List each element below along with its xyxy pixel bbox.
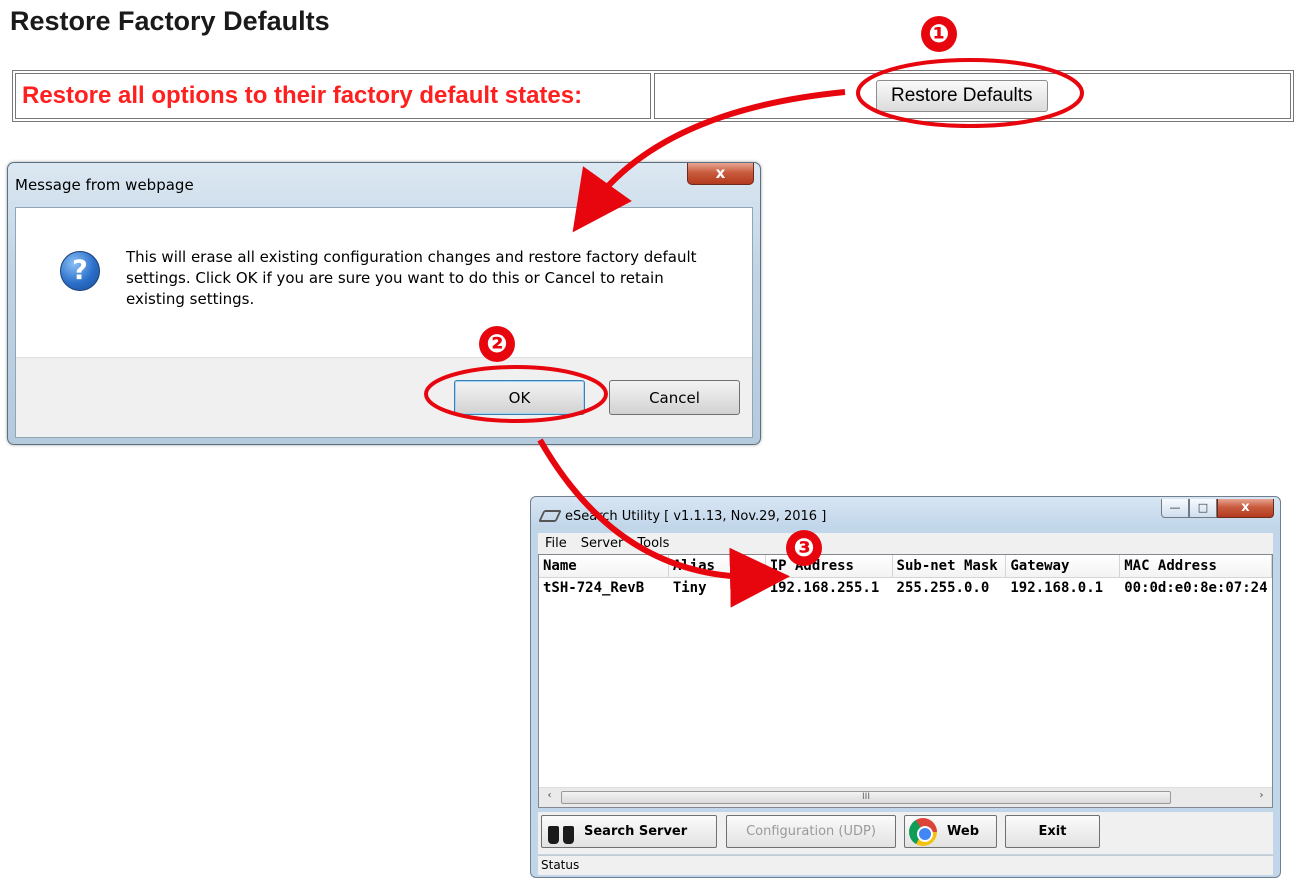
cell-mac-address: 00:0d:e0:8e:07:24 [1124,579,1268,596]
cell-name: tSH-724_RevB [543,579,645,596]
horizontal-scrollbar[interactable]: ‹ III › [539,787,1272,807]
web-label: Web [947,824,979,839]
search-server-label: Search Server [584,824,688,839]
page-title: Restore Factory Defaults [10,6,330,36]
dialog-title: Message from webpage [15,176,194,194]
server-list[interactable]: Name Alias IP Address Sub-net Mask Gatew… [538,554,1273,808]
menu-bar: File Server Tools [538,533,1273,554]
callout-2: ❷ [479,326,515,362]
restore-label: Restore all options to their factory def… [22,82,583,109]
restore-table: Restore all options to their factory def… [12,70,1294,122]
toolbar: Search Server Configuration (UDP) Web Ex… [538,812,1273,854]
scroll-thumb[interactable]: III [561,791,1171,804]
column-alias[interactable]: Alias [669,555,766,577]
cell-gateway: 192.168.0.1 [1010,579,1104,596]
column-gateway[interactable]: Gateway [1006,555,1121,577]
esearch-title: eSearch Utility [ v1.1.13, Nov.29, 2016 … [565,509,827,524]
callout-1: ❶ [921,16,957,52]
dialog-message: This will erase all existing configurati… [126,248,697,308]
dialog-body: ? This will erase all existing configura… [15,207,753,438]
restore-label-cell: Restore all options to their factory def… [15,73,651,119]
column-mac-address[interactable]: MAC Address [1120,555,1273,577]
minimize-button[interactable]: — [1161,499,1189,518]
web-button[interactable]: Web [904,815,997,848]
column-name[interactable]: Name [539,555,669,577]
dialog-close-button[interactable]: x [687,163,754,185]
column-ip-address[interactable]: IP Address [766,555,893,577]
maximize-button[interactable]: □ [1189,499,1217,518]
dialog-footer: OK Cancel [16,357,752,437]
message-dialog: Message from webpage x ? This will erase… [7,162,761,445]
binoculars-icon [548,820,574,844]
chrome-icon [909,817,937,846]
restore-defaults-button[interactable]: Restore Defaults [876,80,1048,112]
menu-file[interactable]: File [545,536,567,551]
cell-subnet-mask: 255.255.0.0 [896,579,990,596]
menu-server[interactable]: Server [581,536,624,551]
scroll-left-icon[interactable]: ‹ [542,790,557,801]
column-subnet-mask[interactable]: Sub-net Mask [893,555,1007,577]
search-server-button[interactable]: Search Server [541,815,717,848]
dialog-content: ? This will erase all existing configura… [16,208,752,358]
app-icon [538,510,562,522]
configuration-button[interactable]: Configuration (UDP) [726,815,896,848]
cell-ip-address: 192.168.255.1 [769,579,880,596]
status-bar: Status [538,855,1273,875]
exit-button[interactable]: Exit [1005,815,1100,848]
cell-alias: Tiny [672,579,707,596]
restore-button-cell: Restore Defaults [654,73,1291,119]
esearch-window: eSearch Utility [ v1.1.13, Nov.29, 2016 … [530,496,1281,878]
ok-button[interactable]: OK [454,380,585,415]
cancel-button[interactable]: Cancel [609,380,740,415]
scroll-right-icon[interactable]: › [1254,790,1269,801]
question-icon: ? [60,251,100,291]
menu-tools[interactable]: Tools [637,536,669,551]
callout-3: ❸ [786,530,822,566]
window-close-button[interactable]: x [1217,499,1274,518]
table-row[interactable]: tSH-724_RevB Tiny 192.168.255.1 255.255.… [539,578,1272,597]
list-header: Name Alias IP Address Sub-net Mask Gatew… [539,555,1273,578]
